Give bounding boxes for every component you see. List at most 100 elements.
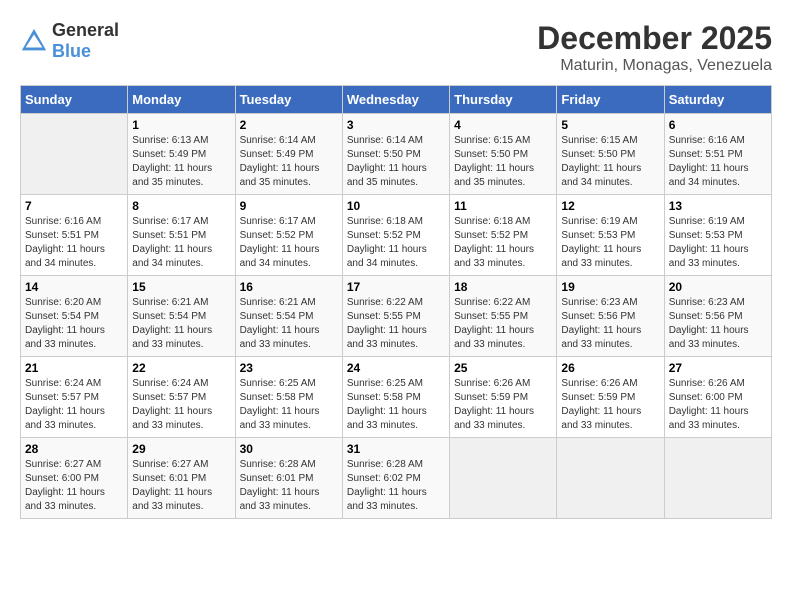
calendar-cell: 30 Sunrise: 6:28 AM Sunset: 6:01 PM Dayli… bbox=[235, 438, 342, 519]
calendar-cell: 3 Sunrise: 6:14 AM Sunset: 5:50 PM Daylig… bbox=[342, 114, 449, 195]
calendar-cell bbox=[21, 114, 128, 195]
calendar-cell: 12 Sunrise: 6:19 AM Sunset: 5:53 PM Dayli… bbox=[557, 195, 664, 276]
day-number: 7 bbox=[25, 199, 123, 213]
day-number: 15 bbox=[132, 280, 230, 294]
cell-info: Sunrise: 6:19 AM Sunset: 5:53 PM Dayligh… bbox=[561, 215, 659, 271]
day-number: 10 bbox=[347, 199, 445, 213]
calendar-week-1: 7 Sunrise: 6:16 AM Sunset: 5:51 PM Daylig… bbox=[21, 195, 772, 276]
calendar-cell: 9 Sunrise: 6:17 AM Sunset: 5:52 PM Daylig… bbox=[235, 195, 342, 276]
day-number: 20 bbox=[669, 280, 767, 294]
day-number: 8 bbox=[132, 199, 230, 213]
day-number: 3 bbox=[347, 118, 445, 132]
cell-info: Sunrise: 6:28 AM Sunset: 6:01 PM Dayligh… bbox=[240, 458, 338, 514]
cell-info: Sunrise: 6:16 AM Sunset: 5:51 PM Dayligh… bbox=[25, 215, 123, 271]
calendar-cell: 2 Sunrise: 6:14 AM Sunset: 5:49 PM Daylig… bbox=[235, 114, 342, 195]
cell-info: Sunrise: 6:14 AM Sunset: 5:49 PM Dayligh… bbox=[240, 134, 338, 190]
cell-info: Sunrise: 6:27 AM Sunset: 6:01 PM Dayligh… bbox=[132, 458, 230, 514]
main-title: December 2025 bbox=[537, 20, 772, 57]
day-number: 21 bbox=[25, 361, 123, 375]
calendar-cell: 14Sunrise: 6:20 AM Sunset: 5:54 PM Dayli… bbox=[21, 276, 128, 357]
day-number: 17 bbox=[347, 280, 445, 294]
day-number: 4 bbox=[454, 118, 552, 132]
day-number: 1 bbox=[132, 118, 230, 132]
cell-info: Sunrise: 6:25 AM Sunset: 5:58 PM Dayligh… bbox=[240, 377, 338, 433]
day-number: 6 bbox=[669, 118, 767, 132]
calendar-cell: 10 Sunrise: 6:18 AM Sunset: 5:52 PM Dayli… bbox=[342, 195, 449, 276]
cell-info: Sunrise: 6:17 AM Sunset: 5:52 PM Dayligh… bbox=[240, 215, 338, 271]
day-number: 26 bbox=[561, 361, 659, 375]
day-number: 12 bbox=[561, 199, 659, 213]
cell-info: Sunrise: 6:22 AM Sunset: 5:55 PM Dayligh… bbox=[454, 296, 552, 352]
calendar-cell: 20 Sunrise: 6:23 AM Sunset: 5:56 PM Dayli… bbox=[664, 276, 771, 357]
calendar-week-3: 21 Sunrise: 6:24 AM Sunset: 5:57 PM Dayli… bbox=[21, 357, 772, 438]
header-monday: Monday bbox=[128, 86, 235, 114]
cell-info: Sunrise: 6:26 AM Sunset: 5:59 PM Dayligh… bbox=[454, 377, 552, 433]
calendar-cell: 4 Sunrise: 6:15 AM Sunset: 5:50 PM Daylig… bbox=[450, 114, 557, 195]
cell-info: Sunrise: 6:27 AM Sunset: 6:00 PM Dayligh… bbox=[25, 458, 123, 514]
cell-info: Sunrise: 6:24 AM Sunset: 5:57 PM Dayligh… bbox=[25, 377, 123, 433]
calendar-cell: 15 Sunrise: 6:21 AM Sunset: 5:54 PM Dayli… bbox=[128, 276, 235, 357]
cell-info: Sunrise: 6:21 AM Sunset: 5:54 PM Dayligh… bbox=[132, 296, 230, 352]
cell-info: Sunrise: 6:26 AM Sunset: 5:59 PM Dayligh… bbox=[561, 377, 659, 433]
cell-info: Sunrise: 6:15 AM Sunset: 5:50 PM Dayligh… bbox=[454, 134, 552, 190]
calendar-cell: 31Sunrise: 6:28 AM Sunset: 6:02 PM Dayli… bbox=[342, 438, 449, 519]
calendar-cell: 1 Sunrise: 6:13 AM Sunset: 5:49 PM Daylig… bbox=[128, 114, 235, 195]
logo: General Blue bbox=[20, 20, 119, 62]
cell-info: Sunrise: 6:28 AM Sunset: 6:02 PM Dayligh… bbox=[347, 458, 445, 514]
cell-info: Sunrise: 6:15 AM Sunset: 5:50 PM Dayligh… bbox=[561, 134, 659, 190]
calendar-cell: 17 Sunrise: 6:22 AM Sunset: 5:55 PM Dayli… bbox=[342, 276, 449, 357]
day-number: 13 bbox=[669, 199, 767, 213]
day-number: 27 bbox=[669, 361, 767, 375]
calendar-cell: 22Sunrise: 6:24 AM Sunset: 5:57 PM Dayli… bbox=[128, 357, 235, 438]
day-number: 23 bbox=[240, 361, 338, 375]
logo-icon bbox=[20, 27, 48, 55]
cell-info: Sunrise: 6:23 AM Sunset: 5:56 PM Dayligh… bbox=[669, 296, 767, 352]
cell-info: Sunrise: 6:13 AM Sunset: 5:49 PM Dayligh… bbox=[132, 134, 230, 190]
day-number: 2 bbox=[240, 118, 338, 132]
calendar-cell: 8 Sunrise: 6:17 AM Sunset: 5:51 PM Daylig… bbox=[128, 195, 235, 276]
day-number: 9 bbox=[240, 199, 338, 213]
cell-info: Sunrise: 6:22 AM Sunset: 5:55 PM Dayligh… bbox=[347, 296, 445, 352]
cell-info: Sunrise: 6:14 AM Sunset: 5:50 PM Dayligh… bbox=[347, 134, 445, 190]
cell-info: Sunrise: 6:17 AM Sunset: 5:51 PM Dayligh… bbox=[132, 215, 230, 271]
calendar-cell: 5 Sunrise: 6:15 AM Sunset: 5:50 PM Daylig… bbox=[557, 114, 664, 195]
cell-info: Sunrise: 6:23 AM Sunset: 5:56 PM Dayligh… bbox=[561, 296, 659, 352]
logo-general-text: General bbox=[52, 20, 119, 40]
calendar-cell: 16Sunrise: 6:21 AM Sunset: 5:54 PM Dayli… bbox=[235, 276, 342, 357]
calendar-cell: 28 Sunrise: 6:27 AM Sunset: 6:00 PM Dayli… bbox=[21, 438, 128, 519]
subtitle: Maturin, Monagas, Venezuela bbox=[537, 57, 772, 75]
calendar-cell: 18Sunrise: 6:22 AM Sunset: 5:55 PM Dayli… bbox=[450, 276, 557, 357]
calendar-cell: 29 Sunrise: 6:27 AM Sunset: 6:01 PM Dayli… bbox=[128, 438, 235, 519]
day-number: 16 bbox=[240, 280, 338, 294]
cell-info: Sunrise: 6:18 AM Sunset: 5:52 PM Dayligh… bbox=[347, 215, 445, 271]
calendar-week-0: 1 Sunrise: 6:13 AM Sunset: 5:49 PM Daylig… bbox=[21, 114, 772, 195]
calendar-cell: 25 Sunrise: 6:26 AM Sunset: 5:59 PM Dayli… bbox=[450, 357, 557, 438]
calendar-cell: 7 Sunrise: 6:16 AM Sunset: 5:51 PM Daylig… bbox=[21, 195, 128, 276]
calendar-cell: 13 Sunrise: 6:19 AM Sunset: 5:53 PM Dayli… bbox=[664, 195, 771, 276]
calendar-cell: 24Sunrise: 6:25 AM Sunset: 5:58 PM Dayli… bbox=[342, 357, 449, 438]
calendar-cell: 6 Sunrise: 6:16 AM Sunset: 5:51 PM Daylig… bbox=[664, 114, 771, 195]
header-row: Sunday Monday Tuesday Wednesday Thursday… bbox=[21, 86, 772, 114]
day-number: 22 bbox=[132, 361, 230, 375]
calendar-table: Sunday Monday Tuesday Wednesday Thursday… bbox=[20, 85, 772, 519]
header-friday: Friday bbox=[557, 86, 664, 114]
calendar-cell: 26 Sunrise: 6:26 AM Sunset: 5:59 PM Dayli… bbox=[557, 357, 664, 438]
calendar-cell bbox=[450, 438, 557, 519]
logo-blue-text: Blue bbox=[52, 41, 91, 61]
cell-info: Sunrise: 6:16 AM Sunset: 5:51 PM Dayligh… bbox=[669, 134, 767, 190]
header-saturday: Saturday bbox=[664, 86, 771, 114]
header-sunday: Sunday bbox=[21, 86, 128, 114]
header-thursday: Thursday bbox=[450, 86, 557, 114]
day-number: 29 bbox=[132, 442, 230, 456]
title-area: December 2025 Maturin, Monagas, Venezuel… bbox=[537, 20, 772, 75]
calendar-cell: 27 Sunrise: 6:26 AM Sunset: 6:00 PM Dayli… bbox=[664, 357, 771, 438]
cell-info: Sunrise: 6:19 AM Sunset: 5:53 PM Dayligh… bbox=[669, 215, 767, 271]
day-number: 5 bbox=[561, 118, 659, 132]
header-area: General Blue December 2025 Maturin, Mona… bbox=[20, 20, 772, 75]
day-number: 25 bbox=[454, 361, 552, 375]
day-number: 28 bbox=[25, 442, 123, 456]
cell-info: Sunrise: 6:26 AM Sunset: 6:00 PM Dayligh… bbox=[669, 377, 767, 433]
day-number: 30 bbox=[240, 442, 338, 456]
cell-info: Sunrise: 6:25 AM Sunset: 5:58 PM Dayligh… bbox=[347, 377, 445, 433]
cell-info: Sunrise: 6:18 AM Sunset: 5:52 PM Dayligh… bbox=[454, 215, 552, 271]
